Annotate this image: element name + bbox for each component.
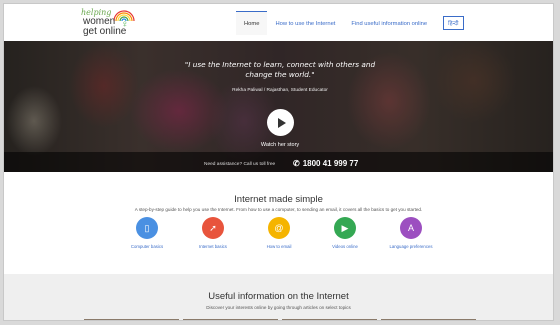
topic-videos-online[interactable]: ▶ Videos online (328, 217, 362, 249)
phone-number: ✆ 1800 41 999 77 (293, 159, 358, 168)
site-header: helping women ♀ get online Home How to u… (4, 4, 553, 41)
play-icon (277, 117, 286, 128)
topic-how-to-email[interactable]: @ How to email (262, 217, 296, 249)
article-cards (84, 319, 476, 320)
language-icon[interactable]: A (400, 217, 422, 239)
browser-page: helping women ♀ get online Home How to u… (3, 3, 554, 321)
nav-home[interactable]: Home (236, 11, 268, 35)
hero-quote-author: Rekha Paliwal / Rajasthan, Student Educa… (232, 88, 328, 93)
article-card-thumbnail[interactable] (282, 319, 377, 320)
topic-label[interactable]: How to email (267, 244, 292, 249)
section-description: Discover your interests online by going … (206, 305, 351, 310)
internet-made-simple-section: Internet made simple A step-by-step guid… (4, 172, 553, 276)
nav-how-to-use[interactable]: How to use the Internet (267, 11, 343, 35)
main-nav: Home How to use the Internet Find useful… (236, 11, 464, 35)
hero-banner: "I use the Internet to learn, connect wi… (4, 41, 553, 172)
play-button[interactable] (267, 109, 294, 136)
article-card-thumbnail[interactable] (84, 319, 179, 320)
hero-quote: "I use the Internet to learn, connect wi… (184, 60, 376, 79)
topic-label[interactable]: Videos online (332, 244, 358, 249)
topic-language-preferences[interactable]: A Language preferences (390, 217, 433, 249)
phone-icon: ✆ (293, 159, 300, 168)
section-title: Useful information on the Internet (208, 291, 349, 302)
at-icon[interactable]: @ (268, 217, 290, 239)
hero-bottom-bar (4, 152, 553, 172)
nav-find-info[interactable]: Find useful information online (343, 11, 435, 35)
cursor-icon[interactable]: ➚ (202, 217, 224, 239)
video-icon[interactable]: ▶ (334, 217, 356, 239)
article-card-thumbnail[interactable] (183, 319, 278, 320)
topic-label[interactable]: Internet basics (199, 244, 227, 249)
site-logo[interactable]: helping women ♀ get online (79, 8, 149, 38)
topic-computer-basics[interactable]: ▯ Computer basics (130, 217, 164, 249)
help-text: Need assistance? Call us toll free (204, 162, 276, 167)
article-card-thumbnail[interactable] (381, 319, 476, 320)
logo-line-3: get online (83, 26, 127, 37)
topic-label[interactable]: Language preferences (390, 244, 433, 249)
topic-list: ▯ Computer basics ➚ Internet basics @ Ho… (130, 217, 433, 249)
useful-information-section: Useful information on the Internet Disco… (4, 274, 553, 320)
topic-label[interactable]: Computer basics (131, 244, 163, 249)
section-description: A step-by-step guide to help you use the… (134, 207, 423, 212)
topic-internet-basics[interactable]: ➚ Internet basics (196, 217, 230, 249)
phone-number-text: 1800 41 999 77 (302, 159, 359, 168)
computer-icon[interactable]: ▯ (136, 217, 158, 239)
watch-story-link[interactable]: Watch her story (240, 142, 320, 148)
section-title: Internet made simple (234, 194, 323, 205)
language-toggle-button[interactable]: हिन्दी (443, 16, 464, 30)
